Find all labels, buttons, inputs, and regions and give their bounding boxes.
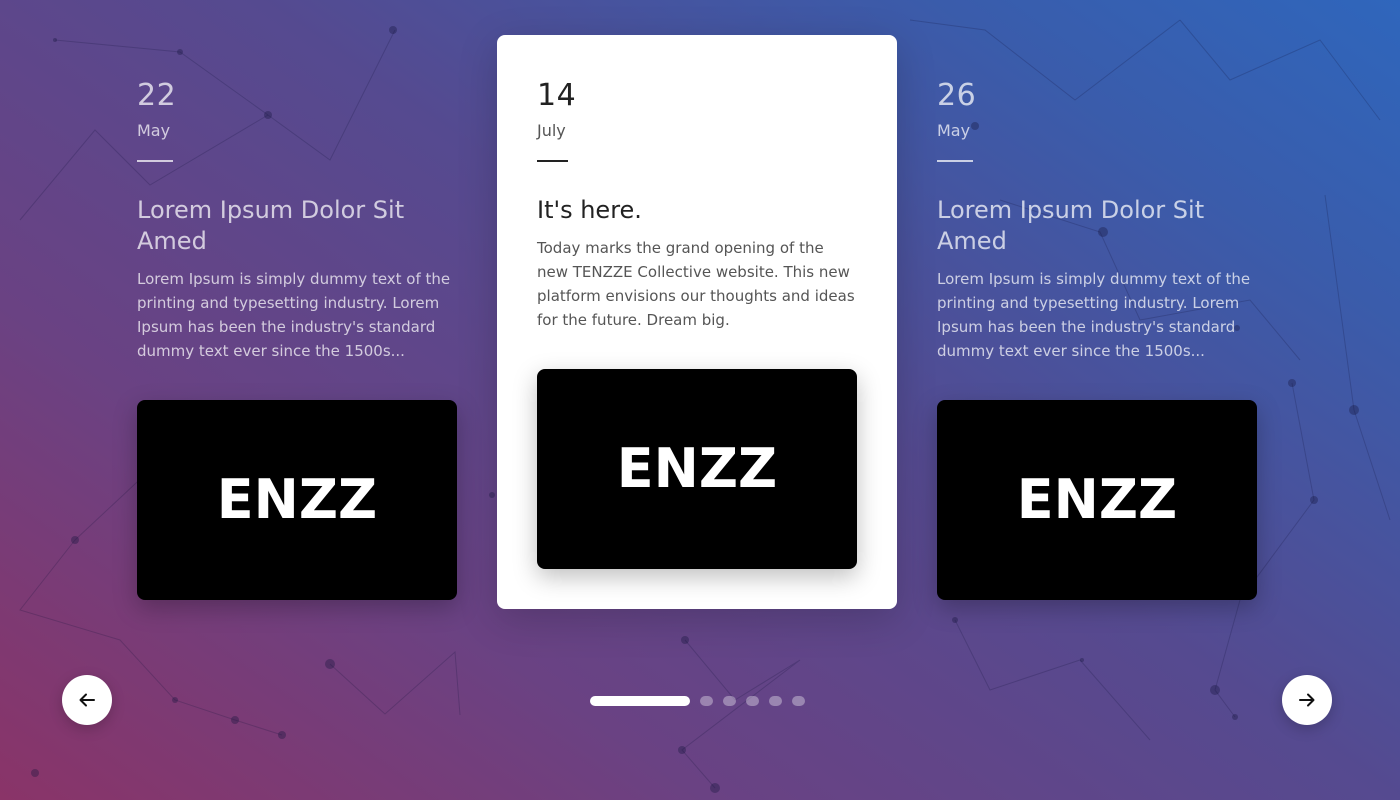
slide-day: 26: [937, 78, 977, 113]
slide-image: TENZZE: [537, 369, 857, 569]
slide-divider: [537, 160, 568, 162]
slide-divider: [137, 160, 173, 162]
logo-text: TENZZE: [217, 470, 377, 530]
slide-day: 14: [537, 78, 577, 113]
previous-slide-button[interactable]: [62, 675, 112, 725]
slide-title: It's here.: [537, 196, 642, 224]
pagination-dot[interactable]: [700, 696, 713, 706]
slider-pagination: [590, 696, 805, 706]
logo-text: TENZZE: [1017, 470, 1177, 530]
tenzze-logo: TENZZE: [1017, 470, 1177, 530]
slide-text: Lorem Ipsum is simply dummy text of the …: [137, 270, 451, 360]
slide-month: May: [937, 121, 971, 140]
slide-month: July: [537, 121, 566, 140]
slide-card-active[interactable]: 14 July It's here. Today marks the grand…: [497, 35, 897, 609]
slide-card-previous[interactable]: 22 May Lorem Ipsum Dolor Sit Amed Lorem …: [97, 35, 497, 609]
slide-text: Today marks the grand opening of the new…: [537, 239, 855, 329]
arrow-right-icon: [1299, 693, 1315, 707]
pagination-dot[interactable]: [723, 696, 736, 706]
slide-image: TENZZE: [137, 400, 457, 600]
tenzze-logo: TENZZE: [617, 439, 777, 499]
slide-card-next[interactable]: 26 May Lorem Ipsum Dolor Sit Amed Lorem …: [897, 35, 1297, 609]
pagination-dot[interactable]: [769, 696, 782, 706]
slide-title: Lorem Ipsum Dolor Sit Amed: [937, 196, 1205, 255]
slide-title: Lorem Ipsum Dolor Sit Amed: [137, 196, 405, 255]
slide-divider: [937, 160, 973, 162]
pagination-dot-active[interactable]: [590, 696, 690, 706]
slide-image: TENZZE: [937, 400, 1257, 600]
next-slide-button[interactable]: [1282, 675, 1332, 725]
tenzze-logo: TENZZE: [217, 470, 377, 530]
slide-text: Lorem Ipsum is simply dummy text of the …: [937, 270, 1251, 360]
pagination-dot[interactable]: [746, 696, 759, 706]
slide-day: 22: [137, 78, 177, 113]
arrow-left-icon: [79, 693, 95, 707]
slide-month: May: [137, 121, 171, 140]
logo-text: TENZZE: [617, 439, 777, 499]
pagination-dot[interactable]: [792, 696, 805, 706]
